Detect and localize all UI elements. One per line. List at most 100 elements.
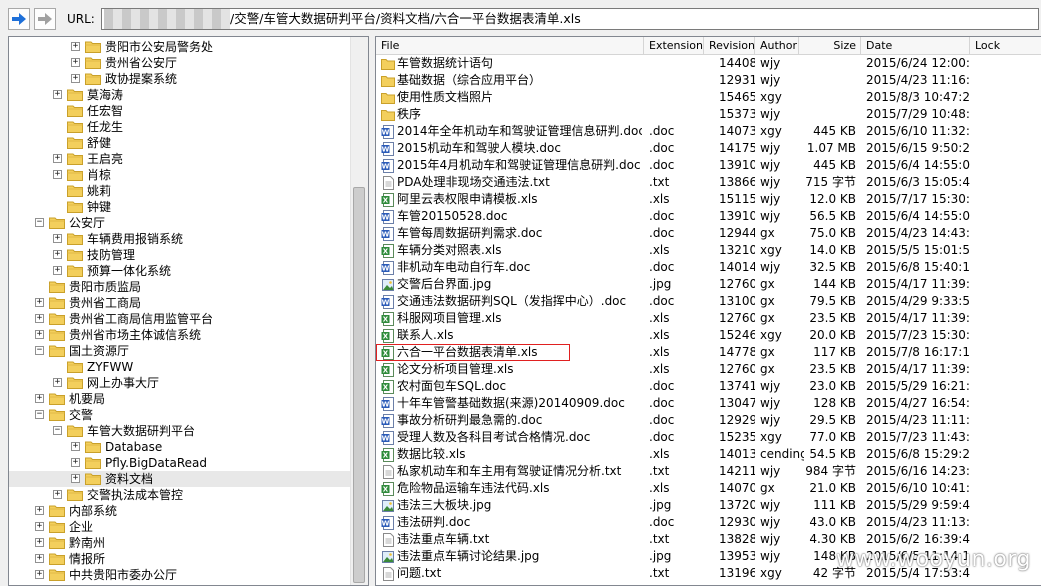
expand-icon[interactable]: + <box>35 394 44 403</box>
list-item[interactable]: W 非机动车电动自行车.doc .doc 14014 wjy 32.5 KB 2015/6/… <box>376 259 1041 276</box>
list-item[interactable]: 私家机动车和车主用有驾驶证情况分析.txt .txt 14211 wjy 984 字节 2… <box>376 463 1041 480</box>
tree-item[interactable]: + 黔南州 <box>9 535 351 551</box>
tree-item[interactable]: + 交警执法成本管控 <box>9 487 351 503</box>
tree-scrollbar[interactable] <box>350 37 368 585</box>
tree-item[interactable]: + 预算一体化系统 <box>9 263 351 279</box>
expand-icon[interactable]: + <box>35 314 44 323</box>
expand-icon[interactable]: + <box>71 74 80 83</box>
tree-item[interactable]: 舒健 <box>9 135 351 151</box>
expand-icon[interactable]: + <box>35 330 44 339</box>
list-item[interactable]: W 受理人数及各科目考试合格情况.doc .doc 15235 xgy 77.0 KB 20… <box>376 429 1041 446</box>
list-item[interactable]: W 十年车管警基础数据(来源)20140909.doc .doc 13047 wjy 12… <box>376 395 1041 412</box>
expand-icon[interactable]: + <box>71 42 80 51</box>
list-item[interactable]: W 交通违法数据研判SQL（发指挥中心）.doc .doc 13100 gx 79.5 K… <box>376 293 1041 310</box>
list-item[interactable]: X 车辆分类对照表.xls .xls 13210 xgy 14.0 KB 2015/5/5 … <box>376 242 1041 259</box>
list-item[interactable]: W 2015年4月机动车和驾驶证管理信息研判.doc .doc 13910 wjy 445… <box>376 157 1041 174</box>
tree-item[interactable]: ZYFWW <box>9 359 351 375</box>
list-item[interactable]: X 联系人.xls .xls 15246 xgy 20.0 KB 2015/7/23 15:… <box>376 327 1041 344</box>
tree-item[interactable]: − 国土资源厅 <box>9 343 351 359</box>
tree-item[interactable]: − 交警 <box>9 407 351 423</box>
tree-item[interactable]: + 莫海涛 <box>9 87 351 103</box>
column-header-author[interactable]: Author <box>755 37 799 54</box>
expand-icon[interactable]: + <box>35 570 44 579</box>
tree-item[interactable]: 贵阳市质监局 <box>9 279 351 295</box>
tree-item[interactable]: + 车辆费用报销系统 <box>9 231 351 247</box>
list-item[interactable]: X 论文分析项目管理.xls .xls 12760 gx 23.5 KB 2015/4/17… <box>376 361 1041 378</box>
list-item[interactable]: X 农村面包车SQL.doc .doc 13741 wjy 23.0 KB 2015/5/2… <box>376 378 1041 395</box>
list-item[interactable]: 使用性质文档照片 15465 xgy 2015/8/3 10:47:28 <box>376 89 1041 106</box>
collapse-icon[interactable]: − <box>35 346 44 355</box>
tree-scrollbar-thumb[interactable] <box>353 187 365 583</box>
column-header-revision[interactable]: Revision <box>704 37 755 54</box>
file-list[interactable]: File Extension Revision Author Size Date… <box>375 36 1041 586</box>
collapse-icon[interactable]: − <box>53 426 62 435</box>
list-item[interactable]: 秩序 15373 wjy 2015/7/29 10:48:22 <box>376 106 1041 123</box>
expand-icon[interactable]: + <box>53 378 62 387</box>
tree-item[interactable]: 任龙生 <box>9 119 351 135</box>
tree-item[interactable]: + 王启亮 <box>9 151 351 167</box>
tree-item[interactable]: + 内部系统 <box>9 503 351 519</box>
list-item[interactable]: 违法重点车辆.txt .txt 13828 wjy 4.30 KB 2015/6/2 16… <box>376 531 1041 548</box>
tree-item[interactable]: + 机要局 <box>9 391 351 407</box>
forward-button[interactable] <box>34 8 56 30</box>
column-header-lock[interactable]: Lock <box>970 37 1041 54</box>
tree-item[interactable]: 姚莉 <box>9 183 351 199</box>
tree-item[interactable]: + Database <box>9 439 351 455</box>
collapse-icon[interactable]: − <box>35 218 44 227</box>
tree-item[interactable]: + 贵州省工商局信用监管平台 <box>9 311 351 327</box>
expand-icon[interactable]: + <box>35 522 44 531</box>
expand-icon[interactable]: + <box>35 298 44 307</box>
tree-item[interactable]: + 网上办事大厅 <box>9 375 351 391</box>
list-item[interactable]: PDA处理非现场交通违法.txt .txt 13866 wjy 715 字节 2015/6… <box>376 174 1041 191</box>
list-item[interactable]: W 2014年全年机动车和驾驶证管理信息研判.doc .doc 14073 xgy 445… <box>376 123 1041 140</box>
tree-item[interactable]: + 贵州省工商局 <box>9 295 351 311</box>
tree-item[interactable]: + 企业 <box>9 519 351 535</box>
column-header-extension[interactable]: Extension <box>644 37 704 54</box>
list-item[interactable]: 违法三大板块.jpg .jpg 13720 wjy 111 KB 2015/5/29 9:… <box>376 497 1041 514</box>
list-item[interactable]: W 车管20150528.doc .doc 13910 wjy 56.5 KB 2015/6… <box>376 208 1041 225</box>
tree-item[interactable]: − 公安厅 <box>9 215 351 231</box>
expand-icon[interactable]: + <box>71 474 80 483</box>
expand-icon[interactable]: + <box>53 170 62 179</box>
list-item[interactable]: 交警后台界面.jpg .jpg 12760 gx 144 KB 2015/4/17 11:… <box>376 276 1041 293</box>
list-item[interactable]: 基础数据（综合应用平台） 12931 wjy 2015/4/23 11:16:15 <box>376 72 1041 89</box>
back-button[interactable] <box>8 8 30 30</box>
tree-item[interactable]: + Pfly.BigDataRead <box>9 455 351 471</box>
expand-icon[interactable]: + <box>53 154 62 163</box>
expand-icon[interactable]: + <box>53 234 62 243</box>
list-item[interactable]: W 违法研判.doc .doc 12930 wjy 43.0 KB 2015/4/23 11… <box>376 514 1041 531</box>
expand-icon[interactable]: + <box>35 506 44 515</box>
tree-item[interactable]: + 技防管理 <box>9 247 351 263</box>
tree-item[interactable]: 钟键 <box>9 199 351 215</box>
expand-icon[interactable]: + <box>53 266 62 275</box>
expand-icon[interactable]: + <box>53 90 62 99</box>
expand-icon[interactable]: + <box>71 58 80 67</box>
tree-item[interactable]: 任宏智 <box>9 103 351 119</box>
list-item[interactable]: X 阿里云表权限申请模板.xls .xls 15115 wjy 12.0 KB 2015/7… <box>376 191 1041 208</box>
expand-icon[interactable]: + <box>53 490 62 499</box>
tree-item[interactable]: + 中共贵阳市委办公厅 <box>9 567 351 583</box>
expand-icon[interactable]: + <box>35 538 44 547</box>
tree-item[interactable]: + 资料文档 <box>9 471 351 487</box>
tree-item[interactable]: + 贵州省公安厅 <box>9 55 351 71</box>
expand-icon[interactable]: + <box>71 442 80 451</box>
column-header-file[interactable]: File <box>376 37 644 54</box>
tree-item[interactable]: + 情报所 <box>9 551 351 567</box>
list-item[interactable]: W 车管每周数据研判需求.doc .doc 12944 gx 75.0 KB 2015/4/… <box>376 225 1041 242</box>
tree-item[interactable]: + 政协提案系统 <box>9 71 351 87</box>
list-item[interactable]: X 危险物品运输车违法代码.xls .xls 14070 gx 21.0 KB 2015/6… <box>376 480 1041 497</box>
list-item[interactable]: 车管数据统计语句 14408 wjy 2015/6/24 12:00:16 <box>376 55 1041 72</box>
tree-item[interactable]: + 贵州省市场主体诚信系统 <box>9 327 351 343</box>
expand-icon[interactable]: + <box>35 554 44 563</box>
tree-item[interactable]: + 肖椋 <box>9 167 351 183</box>
list-item[interactable]: W 事故分析研判最急需的.doc .doc 12929 wjy 29.5 KB 2015/4… <box>376 412 1041 429</box>
tree-item[interactable]: − 车管大数据研判平台 <box>9 423 351 439</box>
url-input[interactable]: /交警/车管大数据研判平台/资料文档/六合一平台数据表清单.xls <box>101 8 1039 30</box>
list-item-highlighted[interactable]: X 六合一平台数据表清单.xls .xls 14778 gx 117 KB 2015/7/8… <box>376 344 1041 361</box>
collapse-icon[interactable]: − <box>35 410 44 419</box>
expand-icon[interactable]: + <box>53 250 62 259</box>
folder-tree[interactable]: + 贵阳市公安局警务处 + 贵州省公安厅 + 政协提案系统 + 莫海涛 任宏智 任龙生 舒健 + 王启亮… <box>8 36 369 586</box>
column-header-date[interactable]: Date <box>861 37 970 54</box>
expand-icon[interactable]: + <box>71 458 80 467</box>
tree-item[interactable]: + 贵阳市公安局警务处 <box>9 39 351 55</box>
